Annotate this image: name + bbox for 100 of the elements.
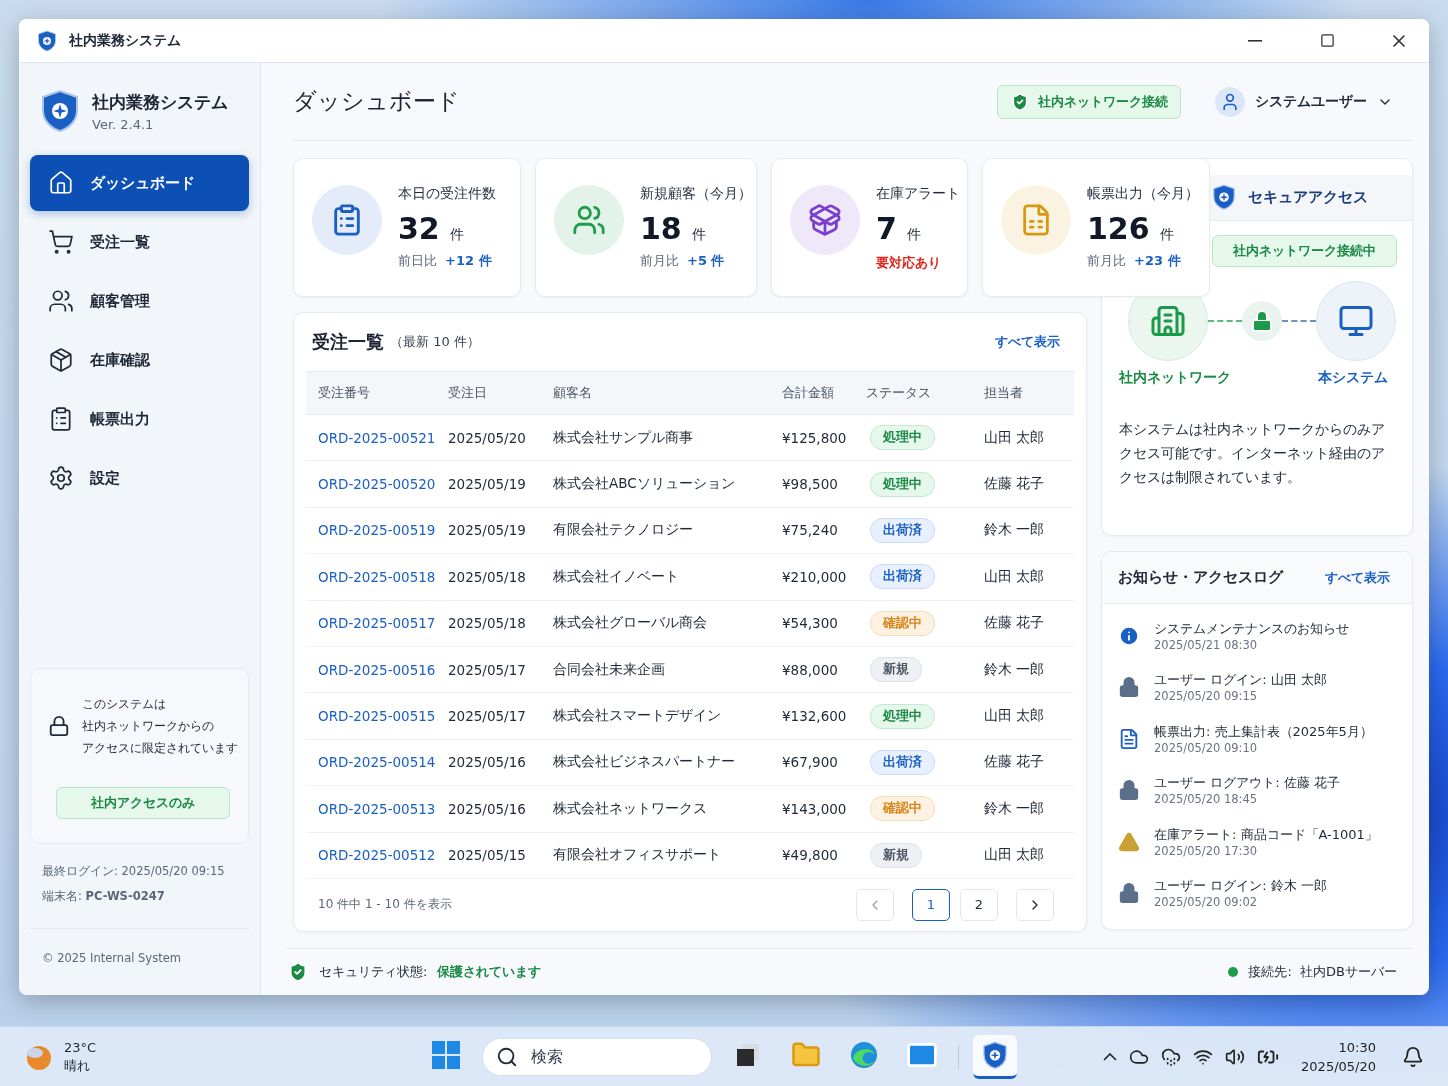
view-all-link[interactable]: すべて表示 <box>1325 568 1390 587</box>
table-cell: 合同会社未来企画 <box>541 646 754 694</box>
table-cell: 2025/05/18 <box>436 600 541 647</box>
stat-delta: +5 件 <box>687 252 725 270</box>
stat-note-label: 前日比 <box>398 252 437 270</box>
settings-icon <box>48 465 74 491</box>
table-cell: 2025/05/20 <box>436 415 541 462</box>
users-icon <box>48 288 74 314</box>
temperature: 23°C <box>64 1038 97 1057</box>
order-link[interactable]: ORD-2025-00512 <box>306 832 436 879</box>
network-label: 社内ネットワーク <box>1119 369 1231 387</box>
status-badge: 出荷済 <box>870 749 935 775</box>
status-badge: 処理中 <box>870 471 935 497</box>
table-cell: ¥143,000 <box>754 786 854 833</box>
order-link[interactable]: ORD-2025-00519 <box>306 507 436 555</box>
column-header: 合計金額 <box>754 371 854 415</box>
minimize-icon <box>1248 39 1262 42</box>
status-badge: 処理中 <box>870 425 935 451</box>
stat-unit: 件 <box>691 226 706 244</box>
notice-item[interactable]: 帳票出力: 売上集計表（2025年5月） 2025/05/20 09:10 <box>1102 713 1412 765</box>
taskbar-app[interactable] <box>973 1034 1017 1079</box>
monitor-icon <box>1338 303 1374 339</box>
building-icon <box>1150 303 1186 339</box>
stat-note-label: 前月比 <box>640 252 679 270</box>
notice-text: 帳票出力: 売上集計表（2025年5月） <box>1154 722 1373 741</box>
box-icon <box>48 347 74 373</box>
window-title: 社内業務システム <box>69 31 182 50</box>
status-badge: 確認中 <box>870 610 935 636</box>
search-field[interactable]: 検索 <box>482 1037 712 1076</box>
page-button[interactable]: 2 <box>960 888 998 921</box>
cart-icon <box>48 229 74 255</box>
lock-icon <box>1250 309 1274 333</box>
column-header: ステータス <box>854 371 972 415</box>
table-cell: 鈴木 一郎 <box>972 786 1074 833</box>
stat-value: 7 <box>876 211 897 246</box>
table-cell: 2025/05/17 <box>436 693 541 740</box>
order-link[interactable]: ORD-2025-00513 <box>306 786 436 833</box>
notice-item[interactable]: ユーザー ログイン: 鈴木 一郎 2025/05/20 09:02 <box>1102 867 1412 919</box>
stat-value: 32 <box>398 211 440 246</box>
windows-start-icon[interactable] <box>432 1041 460 1069</box>
nav-item[interactable]: 受注一覧 <box>30 214 249 270</box>
stat-label: 本日の受注件数 <box>398 185 496 203</box>
stat-label: 在庫アラート <box>876 185 960 203</box>
clock-time: 10:30 <box>1338 1038 1376 1057</box>
status-badge: 出荷済 <box>870 564 935 590</box>
notice-item[interactable]: 在庫アラート: 商品コード「A-1001」 2025/05/20 17:30 <box>1102 816 1412 868</box>
nav-item[interactable]: ダッシュボード <box>30 155 249 211</box>
table-cell: 2025/05/19 <box>436 461 541 508</box>
volume-icon <box>1225 1046 1246 1067</box>
pagination-summary: 10 件中 1 - 10 件を表示 <box>318 896 453 914</box>
stat-unit: 件 <box>449 226 464 244</box>
order-link[interactable]: ORD-2025-00518 <box>306 554 436 601</box>
table-cell: 佐藤 花子 <box>972 600 1074 647</box>
column-header: 顧客名 <box>541 371 754 415</box>
card-subtitle: （最新 10 件） <box>390 333 481 351</box>
notice-time: 2025/05/20 09:10 <box>1154 740 1259 755</box>
user-menu[interactable]: システムユーザー <box>1209 85 1399 118</box>
order-link[interactable]: ORD-2025-00515 <box>306 693 436 740</box>
order-link[interactable]: ORD-2025-00516 <box>306 646 436 694</box>
page-button[interactable]: 1 <box>912 888 950 921</box>
table-cell: 有限会社オフィスサポート <box>541 832 754 879</box>
search-icon <box>496 1045 518 1068</box>
table-cell: ¥49,800 <box>754 832 854 879</box>
notice-item[interactable]: ユーザー ログイン: 山田 太郎 2025/05/20 09:15 <box>1102 661 1412 713</box>
last-login: 最終ログイン: 2025/05/20 09:15 <box>41 864 226 879</box>
order-link[interactable]: ORD-2025-00521 <box>306 415 436 462</box>
nav-item[interactable]: 在庫確認 <box>30 332 249 388</box>
notice-line: 社内ネットワークからの <box>81 718 215 735</box>
notice-item[interactable]: システムメンテナンスのお知らせ 2025/05/21 08:30 <box>1102 610 1412 662</box>
table-cell: 株式会社グローバル商会 <box>541 600 754 647</box>
table-cell: ¥98,500 <box>754 461 854 508</box>
status-badge: 出荷済 <box>870 517 935 543</box>
order-link[interactable]: ORD-2025-00514 <box>306 739 436 787</box>
table-cell: 佐藤 花子 <box>972 739 1074 787</box>
maximize-icon <box>1319 33 1335 48</box>
shield-icon <box>287 961 309 983</box>
stat-unit: 件 <box>1159 226 1174 244</box>
chevron-up-icon[interactable] <box>1103 1052 1118 1061</box>
notice-text: システムメンテナンスのお知らせ <box>1154 619 1349 638</box>
browser-icon <box>849 1040 879 1070</box>
info-icon <box>1118 624 1140 647</box>
nav-item[interactable]: 帳票出力 <box>30 391 249 447</box>
table-cell: 山田 太郎 <box>972 693 1074 740</box>
table-cell: ¥125,800 <box>754 415 854 462</box>
copyright: © 2025 Internal System <box>41 951 182 965</box>
next-page-button[interactable] <box>1016 888 1054 921</box>
security-status-label: セキュリティ状態: <box>319 963 428 981</box>
warning-icon <box>1118 830 1140 853</box>
nav-item[interactable]: 設定 <box>30 450 249 506</box>
notice-item[interactable]: ユーザー ログアウト: 佐藤 花子 2025/05/20 18:45 <box>1102 764 1412 816</box>
table-cell: 2025/05/16 <box>436 739 541 787</box>
nav-item[interactable]: 顧客管理 <box>30 273 249 329</box>
stat-unit: 件 <box>906 226 921 244</box>
table-cell: 株式会社スマートデザイン <box>541 693 754 740</box>
order-link[interactable]: ORD-2025-00520 <box>306 461 436 508</box>
table-cell: 有限会社テクノロジー <box>541 507 754 555</box>
table-cell: 山田 太郎 <box>972 415 1074 462</box>
status-dot <box>1228 967 1239 977</box>
order-link[interactable]: ORD-2025-00517 <box>306 600 436 647</box>
view-all-link[interactable]: すべて表示 <box>995 333 1060 351</box>
